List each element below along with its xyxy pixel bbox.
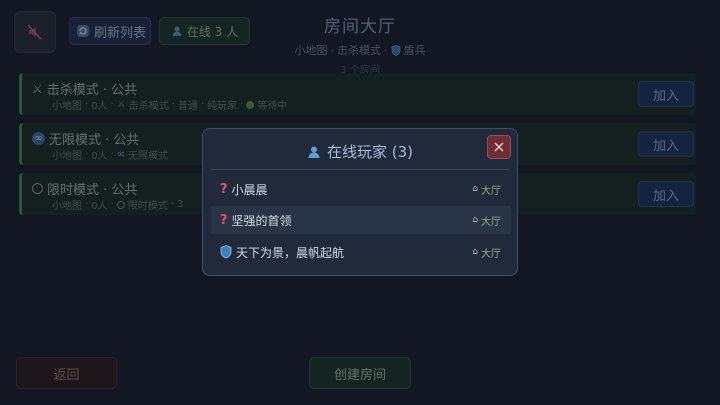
question-icon: ? [220,181,228,197]
location-label: 大厅 [481,248,501,260]
modal-header: 在线玩家 (3) [203,141,517,162]
player-name: 小晨晨 [231,182,268,197]
house-icon: ⌂ [472,184,478,194]
divider [211,169,509,170]
shield-icon [220,245,232,259]
modal-title: 在线玩家 (3) [326,143,414,161]
player-row[interactable]: 天下为景，晨帆起航 ⌂ 大厅 [211,238,511,266]
player-name: 天下为景，晨帆起航 [236,245,345,260]
online-players-modal: 在线玩家 (3) ? 小晨晨 ⌂ 大厅 ? 坚强的首领 ⌂ 大厅 天下为景，晨帆… [202,128,518,276]
player-location: ⌂ 大厅 [472,238,501,266]
user-icon [308,146,320,158]
player-location: ⌂ 大厅 [472,206,501,234]
location-label: 大厅 [481,216,501,228]
house-icon: ⌂ [472,247,478,257]
location-label: 大厅 [481,185,501,197]
house-icon: ⌂ [472,215,478,225]
player-row[interactable]: ? 小晨晨 ⌂ 大厅 [211,175,511,203]
player-name: 坚强的首领 [231,213,292,228]
player-location: ⌂ 大厅 [472,175,501,203]
player-row[interactable]: ? 坚强的首领 ⌂ 大厅 [211,206,511,234]
close-button[interactable] [487,135,511,159]
close-icon [494,142,504,152]
question-icon: ? [220,212,228,228]
